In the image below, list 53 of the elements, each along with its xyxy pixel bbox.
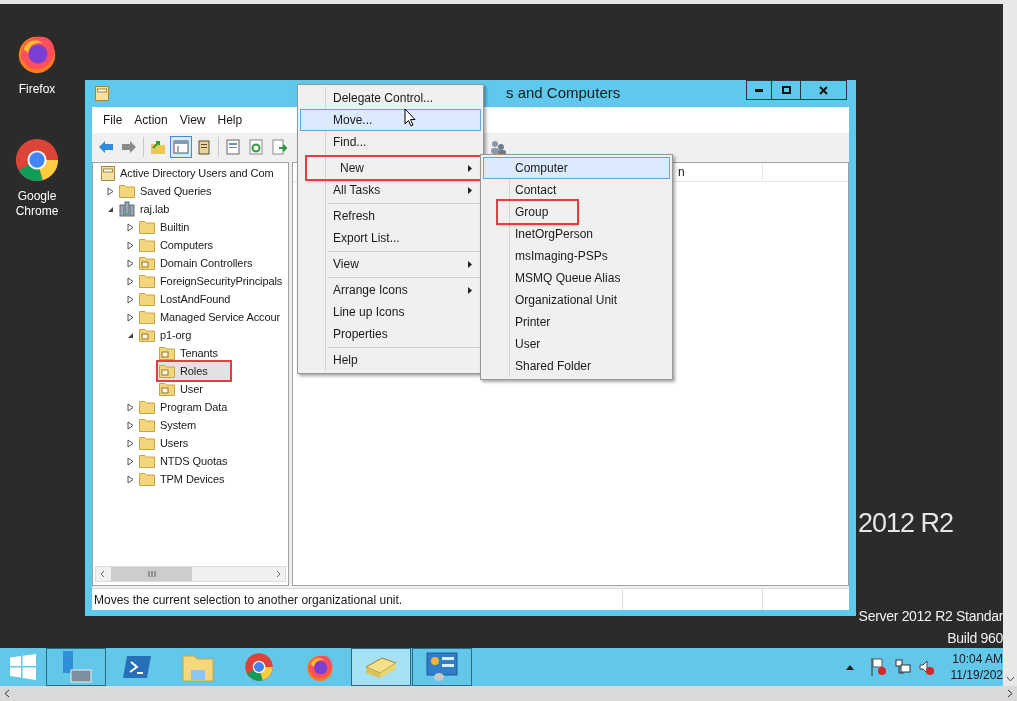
menu-item[interactable]: Group bbox=[498, 201, 578, 223]
tree-item[interactable]: LostAndFound bbox=[138, 290, 234, 308]
tree-item[interactable]: Builtin bbox=[138, 218, 193, 236]
menu-item[interactable]: InetOrgPerson bbox=[483, 223, 670, 245]
status-text: Moves the current selection to another organizational unit. bbox=[93, 591, 404, 609]
menu-item[interactable]: Delegate Control... bbox=[300, 87, 481, 109]
tree-item[interactable]: ForeignSecurityPrincipals bbox=[138, 272, 286, 290]
menu-item[interactable]: Contact bbox=[483, 179, 670, 201]
menu-item[interactable]: User bbox=[483, 333, 670, 355]
edition-text: 2012 R2 bbox=[858, 507, 954, 540]
menu-item[interactable]: Computer bbox=[483, 157, 670, 179]
tree-item[interactable]: raj.lab bbox=[118, 200, 173, 218]
tree-item[interactable]: Program Data bbox=[138, 398, 231, 416]
menu-item[interactable]: Help bbox=[212, 111, 248, 129]
tree-item[interactable]: Roles bbox=[158, 362, 230, 380]
tree-item[interactable]: Managed Service Accour bbox=[138, 308, 284, 326]
menu-item[interactable]: Export List... bbox=[300, 227, 481, 249]
menu-item[interactable]: Line up Icons bbox=[300, 301, 481, 323]
build-text: Build 960 bbox=[947, 629, 1003, 648]
tree-item[interactable]: NTDS Quotas bbox=[138, 452, 231, 470]
menu-item[interactable]: Printer bbox=[483, 311, 670, 333]
window-title: s and Computers bbox=[506, 83, 621, 104]
menu-item[interactable]: File bbox=[98, 111, 128, 129]
tree-item[interactable]: Tenants bbox=[158, 344, 221, 362]
tree-item[interactable]: TPM Devices bbox=[138, 470, 228, 488]
menu-item[interactable]: Move... bbox=[300, 109, 481, 131]
menu-item[interactable]: Properties bbox=[300, 323, 481, 345]
menu-item[interactable]: All Tasks bbox=[300, 179, 481, 201]
menu-item[interactable]: New bbox=[307, 157, 481, 179]
menu-item[interactable]: Help bbox=[300, 349, 481, 371]
tree-item[interactable]: Users bbox=[138, 434, 192, 452]
tree-item[interactable]: p1-org bbox=[138, 326, 195, 344]
menu-item[interactable]: View bbox=[300, 253, 481, 275]
clock[interactable]: 10:04 AM 11/19/202 bbox=[947, 651, 1003, 683]
menu-item[interactable]: MSMQ Queue Alias bbox=[483, 267, 670, 289]
column-header[interactable]: n bbox=[678, 162, 763, 182]
tree-item[interactable]: System bbox=[138, 416, 200, 434]
tree-item[interactable]: Computers bbox=[138, 236, 216, 254]
menu-item[interactable]: Shared Folder bbox=[483, 355, 670, 377]
tree-item[interactable]: Saved Queries bbox=[118, 182, 215, 200]
build-text: Server 2012 R2 Standar bbox=[858, 607, 1003, 626]
tree-item[interactable]: User bbox=[158, 380, 206, 398]
menu-item[interactable]: Organizational Unit bbox=[483, 289, 670, 311]
tree-item[interactable]: Active Directory Users and Com bbox=[100, 164, 277, 182]
menu-item[interactable]: msImaging-PSPs bbox=[483, 245, 670, 267]
desktop-shortcut[interactable]: Firefox bbox=[5, 30, 69, 97]
desktop-shortcut[interactable]: Google Chrome bbox=[5, 137, 69, 219]
menu-item[interactable]: Find... bbox=[300, 131, 481, 153]
menu-item[interactable]: Action bbox=[129, 111, 173, 129]
menu-item[interactable]: View bbox=[174, 111, 211, 129]
menu-item[interactable]: Refresh bbox=[300, 205, 481, 227]
menu-item[interactable]: Arrange Icons bbox=[300, 279, 481, 301]
tree-item[interactable]: Domain Controllers bbox=[138, 254, 256, 272]
